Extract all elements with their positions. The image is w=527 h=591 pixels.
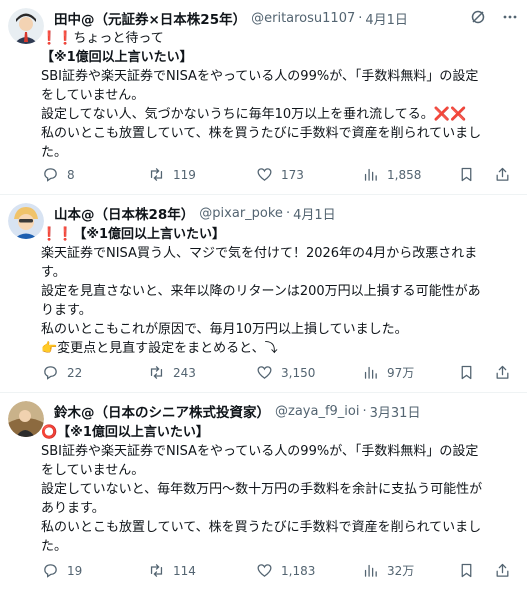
grok-icon[interactable] bbox=[469, 8, 487, 26]
tweet-header: 田中@（元証券×日本株25年） @eritarosu1107 · 4月1日 bbox=[54, 8, 519, 29]
avatar[interactable] bbox=[8, 401, 44, 437]
bookmark-icon bbox=[461, 563, 472, 578]
views-button[interactable]: 32万 bbox=[362, 562, 414, 579]
repost-count: 243 bbox=[173, 365, 196, 380]
tweet-line: SBI証券や楽天証券でNISAをやっている人の99%が、「手数料無料」の設定 bbox=[41, 69, 479, 84]
tweet-date[interactable]: 3月31日 bbox=[370, 402, 421, 421]
like-count: 1,183 bbox=[281, 563, 316, 578]
tweet-line: ⭕【※1億回以上言いたい】 bbox=[41, 425, 209, 440]
views-count: 1,858 bbox=[387, 167, 422, 182]
like-count: 173 bbox=[281, 167, 304, 182]
tweet-actions: 8 119 173 1,858 bbox=[42, 166, 519, 188]
author-name[interactable]: 田中@（元証券×日本株25年） bbox=[54, 8, 246, 28]
tweet-text: ❗❗ちょっと待って 【※1億回以上言いたい】 SBI証券や楽天証券でNISAをや… bbox=[41, 29, 517, 162]
tweet-actions: 19 114 1,183 32万 bbox=[42, 562, 519, 584]
repost-count: 119 bbox=[173, 167, 196, 182]
tweet-line: ります。 bbox=[41, 303, 92, 318]
tweet-line: た。 bbox=[41, 145, 68, 160]
share-icon bbox=[496, 365, 509, 379]
bookmark-button[interactable] bbox=[458, 562, 475, 579]
share-icon bbox=[496, 167, 509, 181]
avatar[interactable] bbox=[8, 203, 44, 239]
tweet-date[interactable]: 4月1日 bbox=[365, 9, 408, 28]
like-icon bbox=[257, 366, 272, 379]
tweet-line: ❗❗ちょっと待って bbox=[41, 31, 164, 46]
views-count: 32万 bbox=[387, 564, 415, 578]
repost-icon bbox=[150, 564, 163, 577]
tweet-header: 鈴木@（日本のシニア株式投資家） @zaya_f9_ioi · 3月31日 bbox=[54, 401, 519, 422]
reply-button[interactable]: 8 bbox=[42, 166, 75, 183]
tweet-line: ❗❗【※1億回以上言いたい】 bbox=[41, 227, 226, 242]
author-handle[interactable]: @eritarosu1107 bbox=[251, 11, 355, 26]
avatar[interactable] bbox=[8, 8, 44, 44]
like-button[interactable]: 3,150 bbox=[256, 364, 315, 381]
share-icon bbox=[496, 563, 509, 577]
tweet-line: 私のいとこも放置していて、株を買うたびに手数料で資産を削られていまし bbox=[41, 126, 482, 141]
tweet-line: 【※1億回以上言いたい】 bbox=[41, 50, 193, 65]
tweet-line: 私のいとこもこれが原因で、毎月10万円以上損していました。 bbox=[41, 322, 408, 337]
tweet-line: 設定を見直さないと、来年以降のリターンは200万円以上損する可能性があ bbox=[41, 284, 481, 299]
tweet-2[interactable]: 山本@（日本株28年） @pixar_poke · 4月1日 ❗❗【※1億回以上… bbox=[0, 195, 527, 393]
reply-button[interactable]: 19 bbox=[42, 562, 82, 579]
repost-button[interactable]: 243 bbox=[148, 364, 196, 381]
bookmark-button[interactable] bbox=[458, 166, 475, 183]
tweet-line: た。 bbox=[41, 539, 68, 554]
repost-icon bbox=[150, 168, 163, 181]
more-icon[interactable] bbox=[501, 8, 519, 26]
tweet-line: 設定してない人、気づかないうちに毎年10万以上を垂れ流してる。❌❌ bbox=[41, 107, 467, 122]
reply-icon bbox=[44, 168, 57, 182]
reply-count: 22 bbox=[67, 365, 83, 380]
bookmark-icon bbox=[461, 167, 472, 182]
tweet-line: 私のいとこも放置していて、株を買うたびに手数料で資産を削られていまし bbox=[41, 520, 482, 535]
views-button[interactable]: 1,858 bbox=[362, 166, 421, 183]
like-icon bbox=[257, 564, 272, 577]
tweet-1[interactable]: 田中@（元証券×日本株25年） @eritarosu1107 · 4月1日 ❗❗… bbox=[0, 0, 527, 195]
tweet-line: 設定していないと、毎年数万円〜数十万円の手数料を余計に支払う可能性が bbox=[41, 482, 483, 497]
repost-button[interactable]: 114 bbox=[148, 562, 196, 579]
bookmark-button[interactable] bbox=[458, 364, 475, 381]
tweet-line: SBI証券や楽天証券でNISAをやっている人の99%が、「手数料無料」の設定 bbox=[41, 444, 479, 459]
repost-count: 114 bbox=[173, 563, 196, 578]
repost-button[interactable]: 119 bbox=[148, 166, 196, 183]
views-count: 97万 bbox=[387, 366, 415, 380]
repost-icon bbox=[150, 366, 163, 379]
tweet-header: 山本@（日本株28年） @pixar_poke · 4月1日 bbox=[54, 203, 519, 224]
like-button[interactable]: 1,183 bbox=[256, 562, 315, 579]
author-name[interactable]: 鈴木@（日本のシニア株式投資家） bbox=[54, 401, 270, 421]
like-count: 3,150 bbox=[281, 365, 316, 380]
tweet-date[interactable]: 4月1日 bbox=[293, 204, 336, 223]
author-handle[interactable]: @pixar_poke bbox=[199, 206, 283, 221]
author-name[interactable]: 山本@（日本株28年） bbox=[54, 203, 194, 223]
reply-icon bbox=[44, 564, 57, 578]
reply-count: 8 bbox=[67, 167, 75, 182]
views-icon bbox=[364, 168, 377, 181]
reply-button[interactable]: 22 bbox=[42, 364, 82, 381]
like-icon bbox=[257, 168, 272, 181]
tweet-line: あります。 bbox=[41, 501, 105, 516]
views-icon bbox=[364, 366, 377, 379]
share-button[interactable] bbox=[494, 166, 511, 183]
tweet-line: す。 bbox=[41, 265, 66, 280]
tweet-3[interactable]: 鈴木@（日本のシニア株式投資家） @zaya_f9_ioi · 3月31日 ⭕【… bbox=[0, 393, 527, 591]
tweet-line: 👉変更点と見直す設定をまとめると、⤵ bbox=[41, 341, 278, 356]
tweet-actions: 22 243 3,150 97万 bbox=[42, 364, 519, 386]
views-icon bbox=[364, 564, 377, 577]
share-button[interactable] bbox=[494, 562, 511, 579]
reply-icon bbox=[44, 366, 57, 380]
tweet-text: ⭕【※1億回以上言いたい】 SBI証券や楽天証券でNISAをやっている人の99%… bbox=[41, 423, 517, 556]
tweet-line: 楽天証券でNISA買う人、マジで気を付けて！2026年の4月から改悪されま bbox=[41, 246, 478, 261]
like-button[interactable]: 173 bbox=[256, 166, 304, 183]
reply-count: 19 bbox=[67, 563, 83, 578]
tweet-line: をしていません。 bbox=[41, 463, 145, 478]
tweet-line: をしていません。 bbox=[41, 88, 145, 103]
bookmark-icon bbox=[461, 365, 472, 380]
tweet-text: ❗❗【※1億回以上言いたい】 楽天証券でNISA買う人、マジで気を付けて！202… bbox=[41, 225, 517, 358]
share-button[interactable] bbox=[494, 364, 511, 381]
views-button[interactable]: 97万 bbox=[362, 364, 414, 381]
author-handle[interactable]: @zaya_f9_ioi bbox=[275, 404, 359, 419]
